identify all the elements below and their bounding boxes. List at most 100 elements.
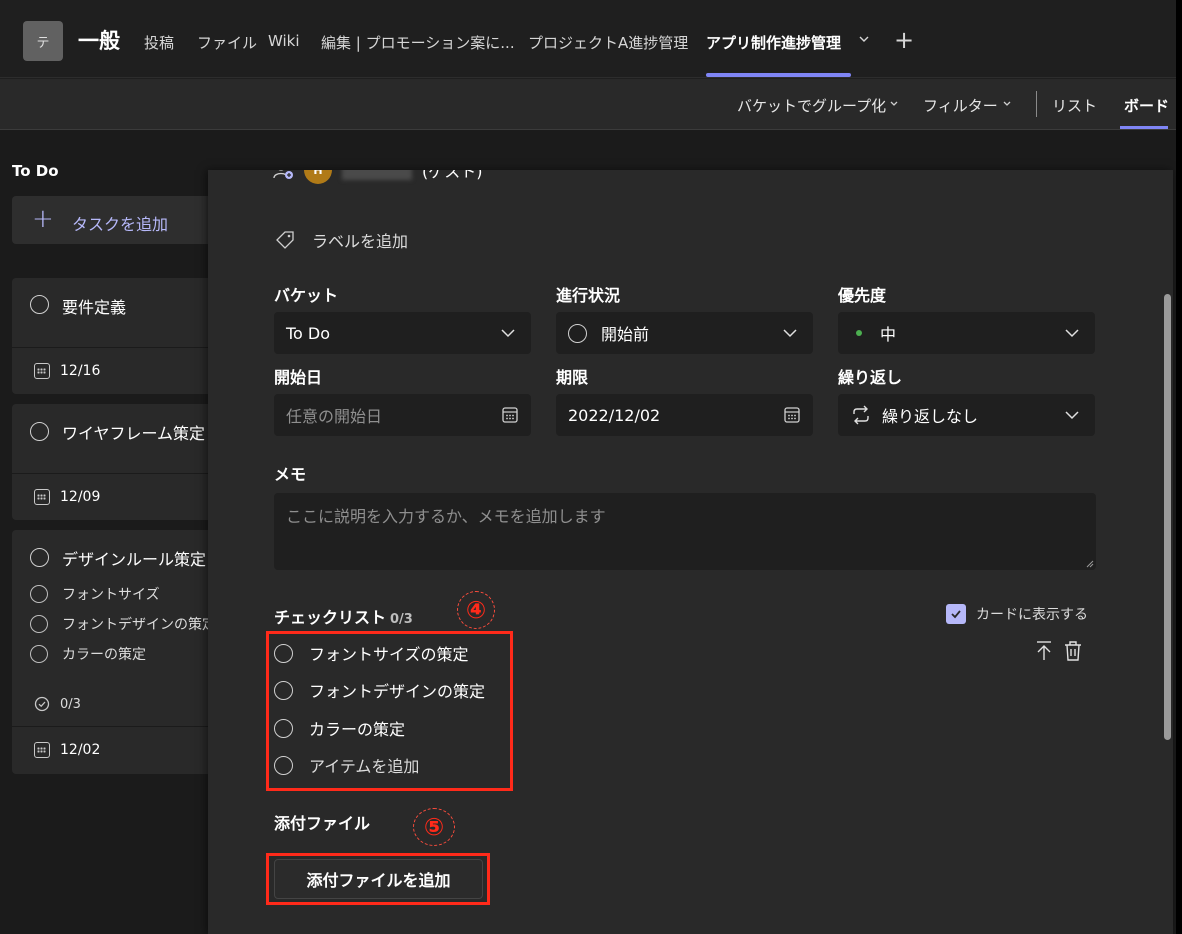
add-tab-button[interactable]: + [894,26,914,54]
checklist-item[interactable]: フォントサイズ [30,584,160,604]
chevron-down-icon [1003,101,1011,106]
calendar-icon [34,489,50,505]
due-date-value: 12/02 [60,742,101,758]
complete-task-checkbox[interactable] [30,422,49,441]
status-value: 開始前 [601,325,650,344]
tab-wiki[interactable]: Wiki [268,32,300,50]
due-date-label: 期限 [556,368,589,387]
plus-icon: + [32,204,54,234]
checklist-item-label: フォントサイズ [62,587,160,603]
calendar-icon[interactable] [783,406,801,424]
tab-app-progress[interactable]: アプリ制作進捗管理 [706,32,841,53]
priority-label: 優先度 [838,286,887,305]
chevron-down-icon [501,329,515,338]
priority-value: 中 [880,325,897,344]
panel-scrollbar[interactable] [1160,290,1174,740]
move-to-top-icon[interactable] [1034,640,1054,662]
task-card[interactable]: デザインルール策定 フォントサイズ フォントデザインの策定 カラーの策定 0/3… [12,530,222,774]
due-date-value: 2022/12/02 [568,405,661,425]
checklist-checkbox[interactable] [30,645,48,663]
scrollbar-thumb[interactable] [1164,294,1171,740]
card-divider [12,347,222,348]
list-view-button[interactable]: リスト [1052,95,1097,116]
show-on-card-checkbox[interactable] [946,604,966,624]
filter-button[interactable]: フィルター [923,95,998,116]
not-started-icon [568,323,587,343]
chevron-down-icon [1065,411,1079,420]
add-task-button[interactable]: + タスクを追加 [12,196,222,244]
priority-dot-icon [856,330,862,336]
resize-handle-icon[interactable] [1084,558,1094,568]
calendar-icon[interactable] [501,406,519,424]
checklist-item[interactable]: フォントデザインの策定 [30,614,216,634]
chevron-down-icon [1065,329,1079,338]
task-card[interactable]: ワイヤフレーム策定 12/09 [12,404,222,520]
delete-icon[interactable] [1063,640,1083,662]
check-circle-icon [34,696,50,712]
group-by-bucket-button[interactable]: バケットでグループ化 [737,95,886,116]
team-avatar[interactable]: テ [23,21,63,61]
planner-toolbar: バケットでグループ化 フィルター リスト ボード [0,79,1182,130]
status-select[interactable]: 開始前 [556,312,813,354]
assignee-avatar[interactable]: H [304,170,332,184]
checklist-count: 0/3 [390,612,413,627]
calendar-icon [34,742,50,758]
task-card[interactable]: 要件定義 12/16 [12,278,222,394]
repeat-label: 繰り返し [838,368,903,387]
tab-posts[interactable]: 投稿 [144,32,174,53]
repeat-value: 繰り返しなし [882,407,979,426]
repeat-icon [853,405,869,425]
card-divider [12,473,222,474]
chevron-down-icon [890,101,898,106]
tab-project-a[interactable]: プロジェクトA進捗管理 [528,32,688,53]
checklist-heading: チェックリスト 0/3 [274,604,413,628]
bucket-title: To Do [12,162,59,180]
tag-icon [276,231,294,249]
repeat-select[interactable]: 繰り返しなし [838,394,1095,436]
toolbar-divider [1036,91,1037,117]
add-attachment-button[interactable]: 添付ファイルを追加 [274,859,483,899]
filter-label: フィルター [923,97,998,115]
status-label: 進行状況 [556,286,621,305]
chevron-down-icon [783,329,797,338]
annotation-number-5: ⑤ [413,808,455,846]
attachments-heading: 添付ファイル [274,814,371,833]
start-date-placeholder: 任意の開始日 [286,407,383,426]
due-date-value: 12/09 [60,489,101,505]
chevron-down-icon[interactable] [858,34,870,44]
board-view-button[interactable]: ボード [1124,95,1169,116]
memo-label: メモ [274,465,307,484]
due-date-input[interactable]: 2022/12/02 [556,394,813,436]
tab-promotion-edit[interactable]: 編集 | プロモーション案に... [321,32,515,53]
complete-task-checkbox[interactable] [30,548,49,567]
add-task-label: タスクを追加 [72,215,169,234]
task-title: ワイヤフレーム策定 [62,424,206,443]
complete-task-checkbox[interactable] [30,295,49,314]
start-date-input[interactable]: 任意の開始日 [274,394,531,436]
checklist-item[interactable]: カラーの策定 [30,644,146,664]
checklist-checkbox[interactable] [30,585,48,603]
annotation-highlight-box [266,631,513,791]
checklist-progress: 0/3 [34,696,81,712]
priority-select[interactable]: 中 [838,312,1095,354]
checklist-checkbox[interactable] [30,615,48,633]
due-date: 12/02 [34,742,100,758]
channel-header: テ 一般 投稿 ファイル Wiki 編集 | プロモーション案に... プロジェ… [0,0,1182,78]
assignee-row: H (ゲスト) [272,170,483,184]
checklist-item-label: フォントデザインの策定 [62,617,216,633]
bucket-select[interactable]: To Do [274,312,531,354]
tab-files[interactable]: ファイル [197,32,257,53]
add-label-button[interactable]: ラベルを追加 [274,228,408,252]
memo-textarea[interactable]: ここに説明を入力するか、メモを追加します [274,493,1096,570]
checklist-title: チェックリスト [274,608,387,627]
assign-user-icon[interactable] [272,170,294,181]
channel-name: 一般 [78,29,120,53]
memo-placeholder: ここに説明を入力するか、メモを追加します [286,507,606,526]
assignee-guest-label: (ゲスト) [422,170,483,181]
bucket-label: バケット [274,286,339,305]
redacted-name [342,170,412,180]
window-edge [1176,0,1182,934]
show-on-card-toggle[interactable]: カードに表示する [946,604,1088,624]
checklist-progress-value: 0/3 [60,696,81,712]
show-on-card-label: カードに表示する [976,607,1088,623]
